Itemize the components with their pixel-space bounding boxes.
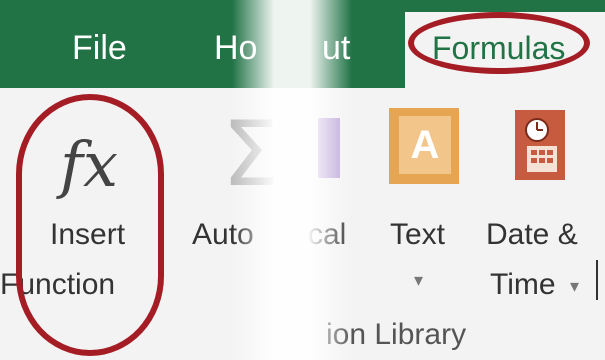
calendar-clock-icon xyxy=(525,118,557,172)
sigma-icon: Σ xyxy=(222,102,279,207)
logical-book-icon xyxy=(318,118,340,178)
date-time-label-line2: Time xyxy=(490,268,556,301)
text-dropdown-icon[interactable]: ▾ xyxy=(414,270,423,291)
tab-page-layout[interactable]: ut xyxy=(322,28,350,68)
text-book-icon: A xyxy=(389,108,459,184)
function-library-group-label: ion Library xyxy=(326,318,467,351)
text-book-glyph: A xyxy=(399,116,451,174)
date-time-book-icon xyxy=(515,110,565,180)
date-time-dropdown-icon[interactable]: ▾ xyxy=(570,276,579,297)
ribbon-separator xyxy=(596,260,598,300)
formulas-highlight-ring xyxy=(408,12,590,74)
text-label: Text xyxy=(390,218,446,251)
autosum-label: Auto xyxy=(192,218,254,251)
date-time-label-line1: Date & xyxy=(486,218,578,251)
tab-file[interactable]: File xyxy=(72,28,127,68)
logical-label: cal xyxy=(308,218,347,251)
insert-function-highlight-ring xyxy=(16,94,164,356)
tab-home[interactable]: Ho xyxy=(214,28,257,68)
